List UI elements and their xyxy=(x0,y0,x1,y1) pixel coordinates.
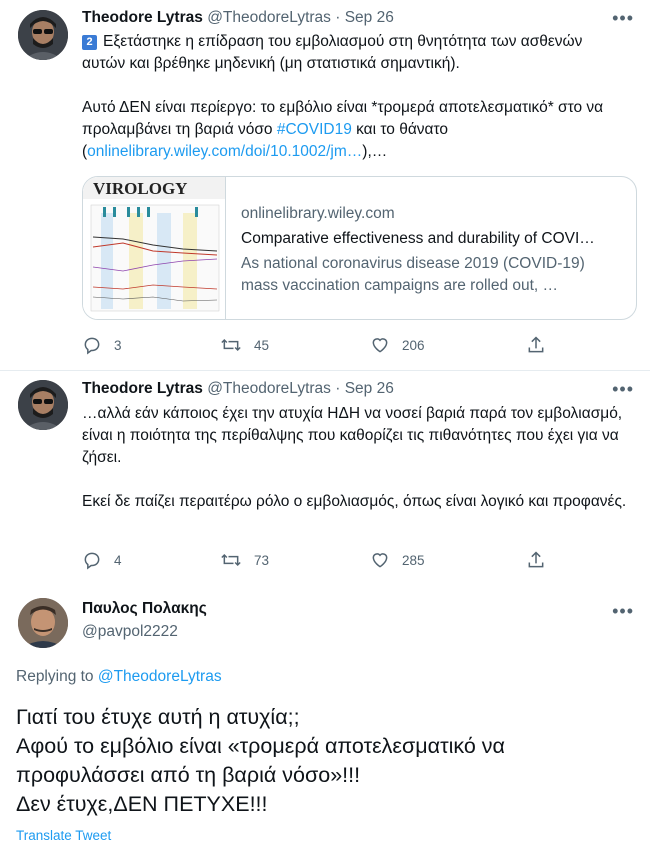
reply-button[interactable]: 3 xyxy=(82,335,122,355)
reply-text-line: Δεν έτυχε,ΔΕΝ ΠΕΤΥΧΕ!!! xyxy=(16,792,268,816)
author-name[interactable]: Theodore Lytras xyxy=(82,380,203,397)
retweet-count: 73 xyxy=(254,552,270,568)
avatar-image xyxy=(18,10,68,60)
avatar-image xyxy=(18,598,68,648)
paragraph-text: Εξετάστηκε η επίδραση του εμβολιασμού στ… xyxy=(82,33,583,72)
like-icon xyxy=(372,338,388,353)
tweet-1[interactable]: Theodore Lytras @TheodoreLytras · Sep 26… xyxy=(0,0,650,370)
reply-text-line: Γιατί του έτυχε αυτή η ατυχία;; xyxy=(16,705,300,729)
card-description-line2: mass vaccination campaigns are rolled ou… xyxy=(241,277,559,294)
more-icon[interactable]: ••• xyxy=(612,601,634,622)
hashtag-link[interactable]: #COVID19 xyxy=(277,121,352,138)
retweet-count: 45 xyxy=(254,337,270,353)
card-thumbnail: VIROLOGY xyxy=(83,177,226,319)
link-preview-card[interactable]: VIROLOGY onlinelibrary.wiley.com Compara… xyxy=(82,176,637,320)
reply-text-line: Αφού το εμβόλιο είναι «τρομερά αποτελεσμ… xyxy=(16,734,505,758)
reply-count: 4 xyxy=(114,552,122,568)
author-handle[interactable]: @TheodoreLytras xyxy=(207,9,331,26)
card-domain: onlinelibrary.wiley.com xyxy=(241,205,395,222)
tweet-paragraph-1: 2 Εξετάστηκε η επίδραση του εμβολιασμού σ… xyxy=(82,31,627,75)
avatar[interactable] xyxy=(18,598,68,648)
tweet-2[interactable]: Theodore Lytras @TheodoreLytras · Sep 26… xyxy=(0,371,650,583)
avatar[interactable] xyxy=(18,380,68,430)
share-icon xyxy=(528,336,544,353)
card-title: Comparative effectiveness and durability… xyxy=(241,230,595,247)
paragraph-text: ),… xyxy=(362,143,388,160)
action-bar: 4 73 285 xyxy=(82,550,552,572)
thumb-title: VIROLOGY xyxy=(93,179,187,198)
like-count: 206 xyxy=(402,337,425,353)
share-button[interactable] xyxy=(526,335,558,355)
share-icon xyxy=(528,551,544,568)
reply-count: 3 xyxy=(114,337,122,353)
translate-tweet-link[interactable]: Translate Tweet xyxy=(16,828,111,843)
share-button[interactable] xyxy=(526,550,558,570)
card-description-line1: As national coronavirus disease 2019 (CO… xyxy=(241,255,585,272)
author-name[interactable]: Theodore Lytras xyxy=(82,9,203,26)
reply-text: Γιατί του έτυχε αυτή η ατυχία;; Αφού το … xyxy=(16,703,636,819)
author-handle[interactable]: @pavpol2222 xyxy=(82,623,178,641)
like-button[interactable]: 206 xyxy=(370,335,425,355)
tweet-paragraph-2: Εκεί δε παίζει περαιτέρω ρόλο ο εμβολιασ… xyxy=(82,493,627,510)
tweet-header: Theodore Lytras @TheodoreLytras · Sep 26 xyxy=(82,9,394,27)
replying-to-link[interactable]: @TheodoreLytras xyxy=(98,668,222,685)
reply-icon xyxy=(84,337,100,355)
author-handle[interactable]: @TheodoreLytras xyxy=(207,380,331,397)
retweet-icon xyxy=(221,338,241,352)
retweet-button[interactable]: 45 xyxy=(220,335,269,355)
replying-to: Replying to @TheodoreLytras xyxy=(16,668,222,686)
number-two-emoji: 2 xyxy=(82,35,97,50)
tweet-paragraph-1: …αλλά εάν κάποιος έχει την ατυχία ΗΔΗ να… xyxy=(82,405,623,466)
tweet-paragraph-2: Αυτό ΔΕΝ είναι περίεργο: το εμβόλιο είνα… xyxy=(82,97,627,163)
more-icon[interactable]: ••• xyxy=(612,379,634,400)
like-button[interactable]: 285 xyxy=(370,550,425,570)
reply-tweet[interactable]: Παυλος Πολακης @pavpol2222 ••• Replying … xyxy=(0,583,650,845)
retweet-icon xyxy=(221,553,241,567)
card-text: onlinelibrary.wiley.com Comparative effe… xyxy=(241,203,621,297)
tweet-date[interactable]: Sep 26 xyxy=(345,9,394,26)
tweet-text: …αλλά εάν κάποιος έχει την ατυχία ΗΔΗ να… xyxy=(82,403,627,513)
separator-dot: · xyxy=(335,380,341,397)
like-icon xyxy=(372,553,388,568)
tweet-header: Theodore Lytras @TheodoreLytras · Sep 26 xyxy=(82,380,394,398)
reply-text-line: προφυλάσσει από τη βαριά νόσο»!!! xyxy=(16,763,361,787)
action-bar: 3 45 206 xyxy=(82,335,552,357)
tweet-text: 2 Εξετάστηκε η επίδραση του εμβολιασμού σ… xyxy=(82,31,627,163)
like-count: 285 xyxy=(402,552,425,568)
retweet-button[interactable]: 73 xyxy=(220,550,269,570)
separator-dot: · xyxy=(335,9,341,26)
reply-button[interactable]: 4 xyxy=(82,550,122,570)
avatar[interactable] xyxy=(18,10,68,60)
url-link[interactable]: onlinelibrary.wiley.com/doi/10.1002/jm… xyxy=(87,143,362,160)
avatar-image xyxy=(18,380,68,430)
replying-prefix: Replying to xyxy=(16,668,98,685)
tweet-date[interactable]: Sep 26 xyxy=(345,380,394,397)
more-icon[interactable]: ••• xyxy=(612,8,634,29)
reply-icon xyxy=(84,552,100,570)
author-name[interactable]: Παυλος Πολακης xyxy=(82,600,207,618)
